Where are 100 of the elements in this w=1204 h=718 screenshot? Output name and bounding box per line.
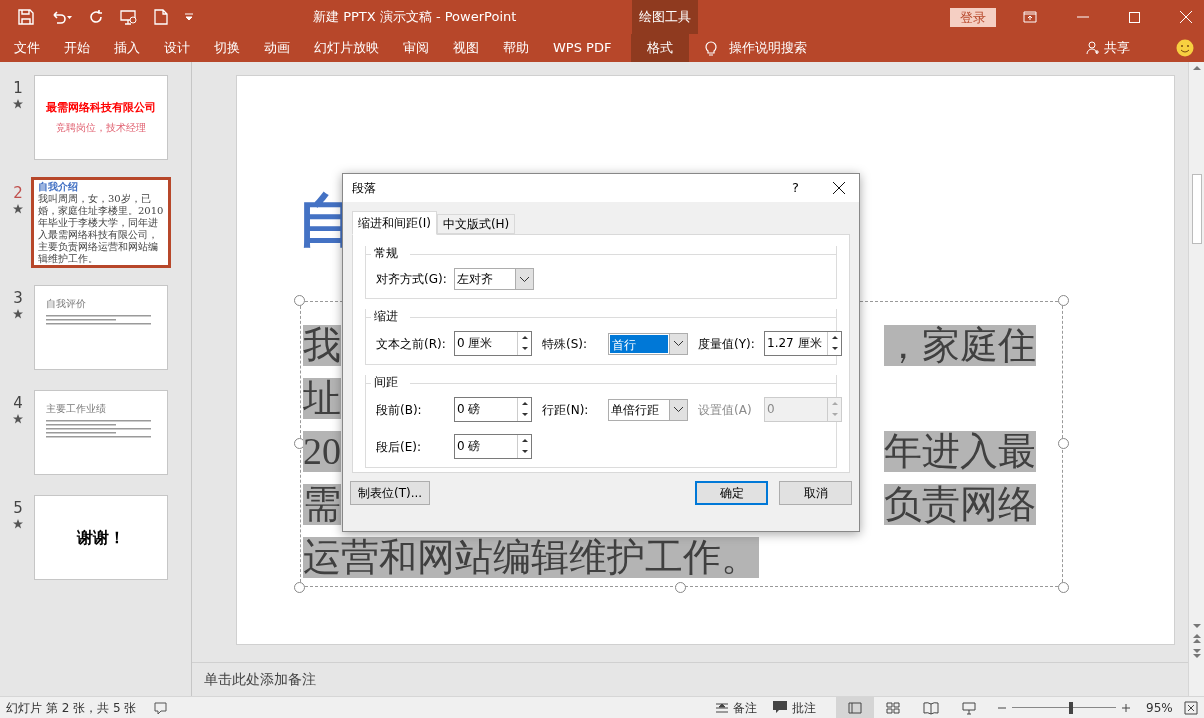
ok-button[interactable]: 确定	[695, 481, 768, 505]
reading-view-icon	[923, 699, 939, 716]
slide-counter: 幻灯片 第 2 张，共 5 张	[6, 699, 137, 717]
ribbon-tab[interactable]: 开始	[52, 34, 102, 62]
section-title: 常规	[374, 245, 398, 262]
ribbon-tab[interactable]: 动画	[252, 34, 302, 62]
animation-star-icon	[13, 204, 23, 214]
resize-handle[interactable]	[1058, 438, 1069, 449]
resize-handle[interactable]	[294, 582, 305, 593]
comments-button[interactable]: 批注	[773, 698, 816, 717]
thumbnail-title: 主要工作业绩	[46, 402, 107, 416]
spin-field[interactable]: 1.27 厘米	[764, 331, 842, 356]
body-text: 负责网络	[884, 484, 1036, 525]
dropdown[interactable]: 左对齐	[454, 268, 534, 290]
ribbon-tab[interactable]: 设计	[152, 34, 202, 62]
share-button[interactable]: 共享	[1086, 34, 1130, 62]
body-text: 运营和网站编辑维护工作。	[303, 537, 759, 578]
next-slide-icon[interactable]	[1192, 646, 1201, 660]
cancel-button[interactable]: 取消	[779, 481, 852, 505]
window-title: 新建 PPTX 演示文稿 - PowerPoint	[313, 8, 517, 27]
customize-caret-icon[interactable]	[184, 12, 194, 22]
thumbnail-title: 谢谢！	[77, 526, 125, 549]
field-label: 文本之前(R):	[376, 335, 447, 353]
resize-handle[interactable]	[675, 582, 686, 593]
ribbon-tab[interactable]: 文件	[2, 34, 52, 62]
context-tab-label: 绘图工具	[632, 0, 699, 34]
ribbon-tab[interactable]: 视图	[441, 34, 491, 62]
spin-field[interactable]: 0 磅	[454, 397, 532, 422]
thumbnail-title: 最需网络科技有限公司	[46, 100, 156, 117]
dialog-tab[interactable]: 中文版式(H)	[436, 214, 516, 234]
presentation-icon[interactable]	[120, 9, 138, 25]
new-file-icon[interactable]	[154, 9, 168, 25]
slide-thumbnail[interactable]: 主要工作业绩	[34, 390, 168, 475]
spin-field[interactable]: 0 磅	[454, 434, 532, 459]
ribbon-tab[interactable]: WPS PDF	[541, 34, 624, 62]
comment-icon	[773, 701, 787, 714]
view-button[interactable]	[836, 697, 874, 718]
fit-slide-icon[interactable]	[1184, 700, 1198, 715]
slide-thumbnail[interactable]: 自我评价	[34, 285, 168, 370]
field-label: 特殊(S):	[542, 335, 589, 353]
vertical-scrollbar[interactable]	[1188, 62, 1204, 696]
body-text: 址	[303, 378, 341, 419]
body-text: ，家庭住	[884, 325, 1036, 366]
slide-number: 4	[13, 395, 23, 411]
animation-star-icon	[13, 99, 23, 109]
ribbon-tab[interactable]: 格式	[631, 34, 690, 62]
slide-thumbnail[interactable]: 最需网络科技有限公司 竞聘岗位，技术经理	[34, 75, 168, 160]
body-text: 20	[303, 431, 341, 472]
resize-handle[interactable]	[1058, 295, 1069, 306]
redo-icon[interactable]	[88, 9, 104, 25]
zoom-in-icon[interactable]	[1122, 703, 1130, 712]
slide-number: 1	[13, 80, 23, 96]
help-button[interactable]: ?	[792, 178, 799, 198]
ribbon-tab[interactable]: 审阅	[391, 34, 441, 62]
animation-star-icon	[13, 414, 23, 424]
normal-view-icon	[847, 699, 863, 716]
previous-slide-icon[interactable]	[1192, 632, 1201, 646]
maximize-icon[interactable]	[1129, 11, 1140, 23]
field-label: 度量值(Y):	[698, 335, 756, 353]
undo-icon[interactable]	[50, 9, 72, 25]
sorter-view-icon	[885, 699, 901, 716]
spin-field[interactable]: 0 厘米	[454, 331, 532, 356]
chevron-down-icon	[674, 341, 683, 346]
slide-thumbnail[interactable]: 自我介绍 我叫周周，女，30岁，已婚，家庭住址李楼里。2010年毕业于李楼大学，同年进入最需网络科技有限公司，主要负责网络运营和网站编辑维护工作。	[31, 177, 171, 268]
lightbulb-icon	[705, 40, 718, 56]
ribbon-tab[interactable]: 帮助	[491, 34, 541, 62]
slide-number: 5	[13, 500, 23, 516]
slide-thumbnail[interactable]: 谢谢！	[34, 495, 168, 580]
thumbnail-subtitle: 竞聘岗位，技术经理	[56, 120, 146, 135]
field-label: 段后(E):	[376, 438, 422, 456]
ribbon-display-icon[interactable]	[1023, 11, 1037, 23]
resize-handle[interactable]	[1058, 582, 1069, 593]
close-icon[interactable]	[833, 182, 845, 194]
show-view-icon	[961, 699, 977, 716]
notes-button[interactable]: 备注	[716, 698, 757, 717]
field-label: 段前(B):	[376, 401, 423, 419]
login-button[interactable]: 登录	[950, 7, 996, 27]
dialog-tab[interactable]: 缩进和间距(I)	[352, 211, 437, 235]
tabs-button[interactable]: 制表位(T)...	[350, 481, 431, 505]
slide-number: 2	[13, 185, 23, 201]
section-title: 缩进	[374, 308, 398, 325]
resize-handle[interactable]	[294, 295, 305, 306]
notes-placeholder[interactable]: 单击此处添加备注	[204, 669, 316, 690]
animation-star-icon	[13, 309, 23, 319]
ribbon-tab[interactable]: 插入	[102, 34, 152, 62]
smiley-icon[interactable]	[1176, 39, 1194, 57]
zoom-slider[interactable]	[1012, 701, 1116, 714]
field-label: 设置值(A)	[698, 401, 753, 419]
tell-me-search[interactable]: 操作说明搜索	[729, 38, 808, 58]
save-icon[interactable]	[18, 9, 34, 25]
scroll-thumb[interactable]	[1191, 174, 1202, 244]
chevron-down-icon	[520, 276, 529, 282]
notes-icon	[716, 702, 728, 713]
ribbon-tab[interactable]: 切换	[202, 34, 252, 62]
thumbnail-title: 自我介绍	[38, 181, 79, 193]
ribbon-tab[interactable]: 幻灯片放映	[302, 34, 391, 62]
dropdown[interactable]: 单倍行距	[608, 398, 688, 421]
dropdown[interactable]: 首行	[608, 332, 688, 355]
zoom-percent[interactable]: 95%	[1146, 698, 1184, 717]
section-title: 间距	[374, 374, 398, 391]
